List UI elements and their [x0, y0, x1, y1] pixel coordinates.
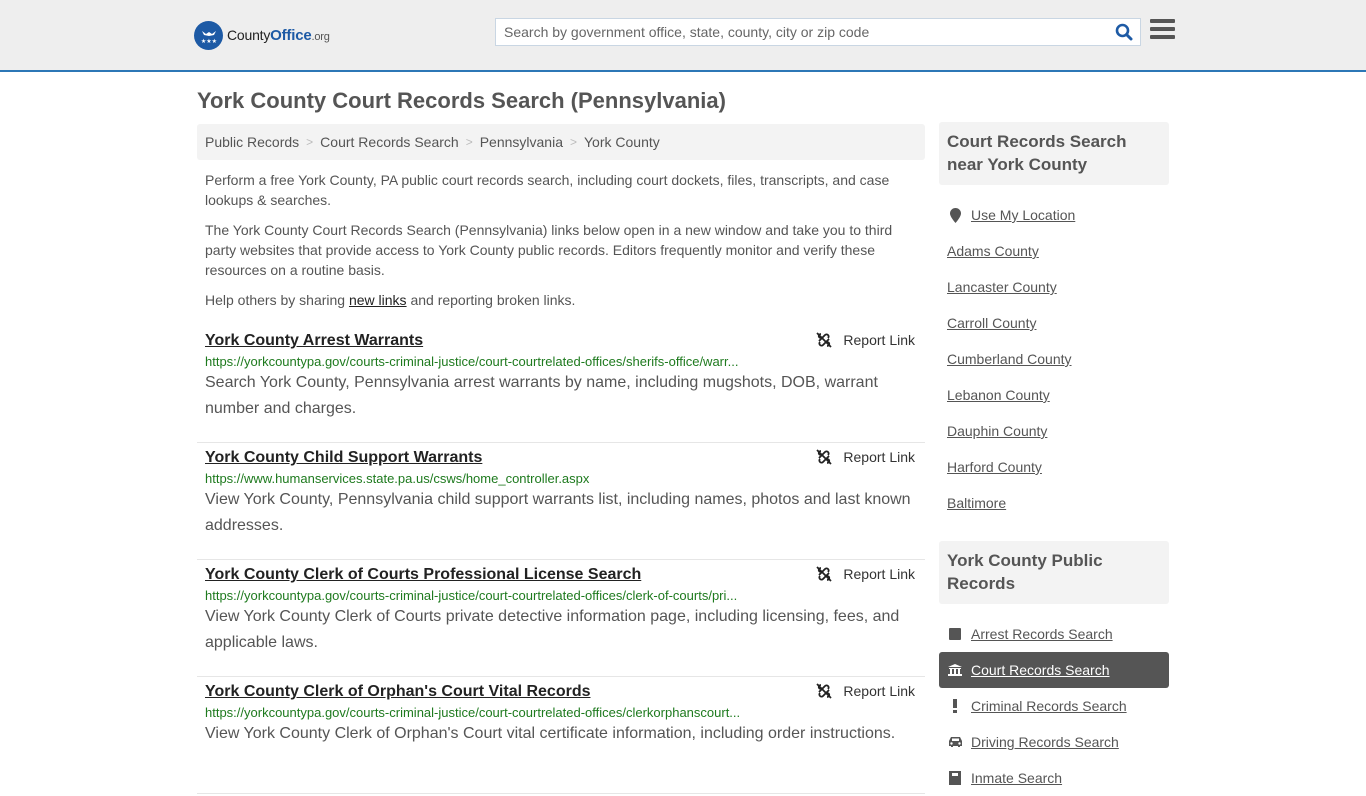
result-url: https://www.humanservices.state.pa.us/cs… — [205, 471, 590, 486]
nearby-county-link[interactable]: Baltimore — [947, 495, 1006, 511]
sidebar-item-driving-records[interactable]: Driving Records Search — [939, 724, 1169, 760]
sidebar-item-court-records[interactable]: Court Records Search — [939, 652, 1169, 688]
nearby-county-item[interactable]: Adams County — [939, 233, 1169, 269]
result-title-link[interactable]: York County Arrest Warrants — [205, 332, 423, 350]
result-url: https://yorkcountypa.gov/courts-criminal… — [205, 354, 739, 369]
broken-link-icon — [816, 683, 833, 699]
sidebar-link[interactable]: Arrest Records Search — [971, 626, 1113, 642]
intro-help-paragraph: Help others by sharing new links and rep… — [205, 292, 576, 308]
broken-link-icon — [816, 332, 833, 348]
sidebar-link[interactable]: Inmate Search — [971, 770, 1062, 786]
sidebar-item-arrest-records[interactable]: Arrest Records Search — [939, 616, 1169, 652]
breadcrumb-york-county[interactable]: York County — [584, 134, 660, 150]
intro-text: Perform a free York County, PA public co… — [205, 170, 920, 320]
result-title-link[interactable]: York County Clerk of Courts Professional… — [205, 566, 641, 584]
nearby-county-link[interactable]: Dauphin County — [947, 423, 1047, 439]
result-item: York County Arrest Warrants Report Link … — [197, 326, 925, 443]
page-title: York County Court Records Search (Pennsy… — [197, 88, 726, 113]
result-description: Search York County, Pennsylvania arrest … — [205, 374, 878, 417]
exclamation-icon — [947, 699, 963, 713]
square-icon — [947, 628, 963, 640]
courthouse-icon — [947, 664, 963, 676]
result-title-link[interactable]: York County Child Support Warrants — [205, 449, 482, 467]
breadcrumb: Public Records > Court Records Search > … — [197, 124, 925, 160]
report-link-button[interactable]: Report Link — [816, 566, 915, 582]
nearby-county-item[interactable]: Baltimore — [939, 485, 1169, 521]
public-records-list: Arrest Records Search Court Records Sear… — [939, 616, 1169, 796]
result-description: View York County Clerk of Orphan's Court… — [205, 725, 896, 742]
svg-text:★★★: ★★★ — [200, 38, 216, 45]
nearby-county-link[interactable]: Harford County — [947, 459, 1042, 475]
nearby-county-item[interactable]: Harford County — [939, 449, 1169, 485]
result-item: York County Child Support Warrants Repor… — [197, 443, 925, 560]
menu-bar — [1150, 27, 1175, 31]
breadcrumb-public-records[interactable]: Public Records — [205, 134, 299, 150]
top-header: ★★★ CountyOffice.org — [0, 0, 1366, 72]
new-links-link[interactable]: new links — [349, 292, 407, 308]
result-title-link[interactable]: York County Clerk of Orphan's Court Vita… — [205, 683, 591, 701]
nearby-list: Use My Location Adams County Lancaster C… — [939, 197, 1169, 521]
nearby-county-link[interactable]: Lebanon County — [947, 387, 1050, 403]
nearby-county-link[interactable]: Cumberland County — [947, 351, 1072, 367]
car-icon — [947, 736, 963, 748]
sidebar-link[interactable]: Driving Records Search — [971, 734, 1119, 750]
results-list: York County Arrest Warrants Report Link … — [197, 326, 925, 794]
result-description: View York County Clerk of Courts private… — [205, 608, 900, 651]
result-url: https://yorkcountypa.gov/courts-criminal… — [205, 588, 738, 603]
search-input[interactable] — [496, 19, 1108, 45]
inmate-icon — [947, 771, 963, 785]
menu-bar — [1150, 35, 1175, 39]
breadcrumb-separator: > — [306, 135, 314, 149]
nearby-county-item[interactable]: Dauphin County — [939, 413, 1169, 449]
intro-paragraph: The York County Court Records Search (Pe… — [205, 222, 893, 278]
report-link-button[interactable]: Report Link — [816, 683, 915, 699]
sidebar-link[interactable]: Court Records Search — [971, 662, 1110, 678]
nearby-county-link[interactable]: Adams County — [947, 243, 1039, 259]
nearby-county-item[interactable]: Lancaster County — [939, 269, 1169, 305]
eagle-stars-logo-icon: ★★★ — [194, 21, 223, 50]
logo-text: CountyOffice.org — [227, 27, 330, 44]
result-item: York County Clerk of Orphan's Court Vita… — [197, 677, 925, 794]
result-description: View York County, Pennsylvania child sup… — [205, 491, 911, 534]
sidebar-item-criminal-records[interactable]: Criminal Records Search — [939, 688, 1169, 724]
nearby-county-item[interactable]: Carroll County — [939, 305, 1169, 341]
nearby-county-item[interactable]: Cumberland County — [939, 341, 1169, 377]
intro-paragraph: Perform a free York County, PA public co… — [205, 172, 890, 208]
nearby-county-link[interactable]: Lancaster County — [947, 279, 1057, 295]
search-icon — [1115, 23, 1133, 41]
sidebar: Court Records Search near York County Us… — [939, 122, 1169, 796]
result-item: York County Clerk of Courts Professional… — [197, 560, 925, 677]
use-my-location-link[interactable]: Use My Location — [971, 207, 1075, 223]
public-records-heading: York County Public Records — [939, 541, 1169, 604]
report-link-button[interactable]: Report Link — [816, 449, 915, 465]
nearby-county-item[interactable]: Lebanon County — [939, 377, 1169, 413]
breadcrumb-court-records-search[interactable]: Court Records Search — [320, 134, 459, 150]
breadcrumb-separator: > — [569, 135, 577, 149]
report-link-button[interactable]: Report Link — [816, 332, 915, 348]
map-marker-icon — [947, 207, 963, 223]
result-url: https://yorkcountypa.gov/courts-criminal… — [205, 705, 741, 720]
menu-bar — [1150, 19, 1175, 23]
sidebar-item-inmate-search[interactable]: Inmate Search — [939, 760, 1169, 796]
broken-link-icon — [816, 566, 833, 582]
nearby-heading: Court Records Search near York County — [939, 122, 1169, 185]
sidebar-link[interactable]: Criminal Records Search — [971, 698, 1127, 714]
nearby-county-link[interactable]: Carroll County — [947, 315, 1036, 331]
breadcrumb-separator: > — [465, 135, 473, 149]
search-button[interactable] — [1108, 19, 1140, 45]
breadcrumb-pennsylvania[interactable]: Pennsylvania — [480, 134, 563, 150]
site-logo[interactable]: ★★★ CountyOffice.org — [194, 21, 330, 50]
hamburger-menu-button[interactable] — [1150, 19, 1175, 43]
use-my-location-item[interactable]: Use My Location — [939, 197, 1169, 233]
broken-link-icon — [816, 449, 833, 465]
site-search — [495, 18, 1141, 46]
